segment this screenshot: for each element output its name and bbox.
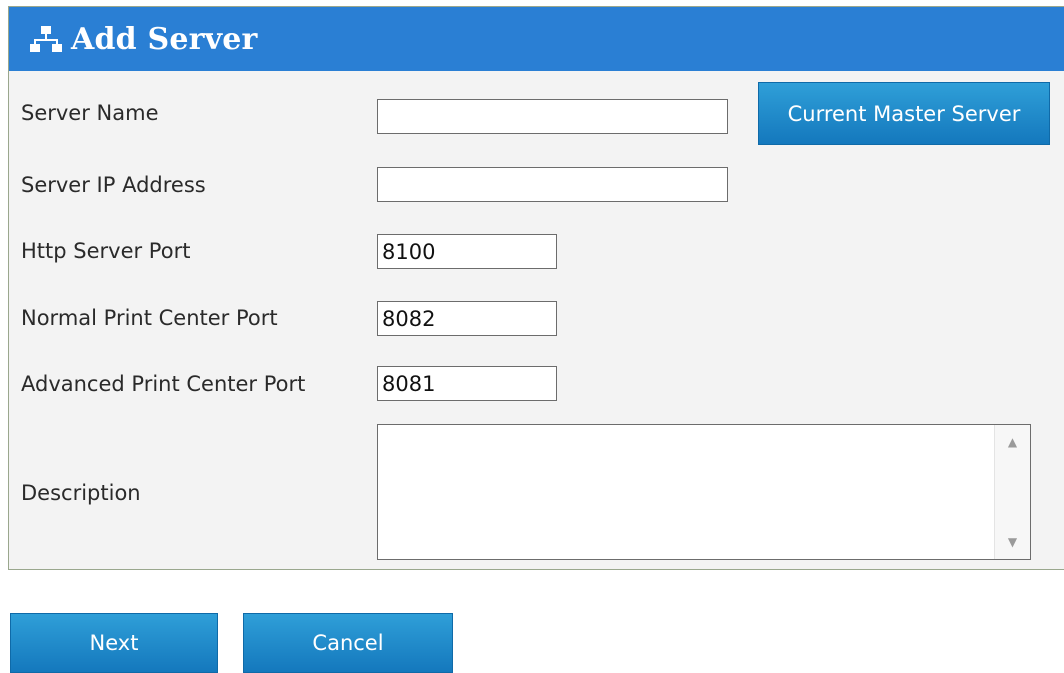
- advanced-print-port-label: Advanced Print Center Port: [21, 372, 306, 396]
- page-title: Add Server: [71, 21, 258, 57]
- cancel-button[interactable]: Cancel: [243, 613, 453, 673]
- normal-print-port-label: Normal Print Center Port: [21, 306, 278, 330]
- description-label: Description: [21, 481, 141, 505]
- scroll-down-arrow-icon[interactable]: ▼: [995, 531, 1030, 553]
- network-icon: [30, 26, 62, 52]
- normal-print-port-input[interactable]: [377, 301, 557, 336]
- panel-header: Add Server: [9, 7, 1064, 71]
- http-port-label: Http Server Port: [21, 239, 191, 263]
- server-ip-input[interactable]: [377, 167, 728, 202]
- http-port-input[interactable]: [377, 234, 557, 269]
- server-name-input[interactable]: [377, 99, 728, 134]
- server-name-label: Server Name: [21, 101, 159, 125]
- description-field: ▲ ▼: [377, 424, 1031, 560]
- add-server-panel: Add Server Server Name Current Master Se…: [8, 6, 1064, 570]
- current-master-server-button[interactable]: Current Master Server: [758, 82, 1050, 145]
- next-button[interactable]: Next: [10, 613, 218, 673]
- description-textarea[interactable]: [378, 425, 994, 559]
- scroll-up-arrow-icon[interactable]: ▲: [995, 431, 1030, 453]
- advanced-print-port-input[interactable]: [377, 366, 557, 401]
- description-scrollbar[interactable]: ▲ ▼: [994, 425, 1030, 559]
- server-ip-label: Server IP Address: [21, 173, 206, 197]
